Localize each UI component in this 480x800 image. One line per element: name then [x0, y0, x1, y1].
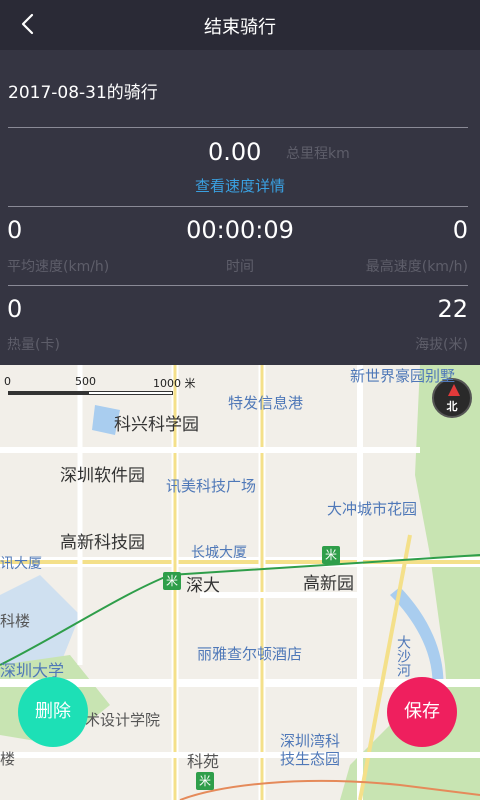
- map-place: 科苑: [187, 752, 220, 771]
- metro-icon: 米: [163, 572, 181, 590]
- calories-value: 0: [7, 295, 23, 323]
- speed-details-link[interactable]: 查看速度详情: [0, 175, 480, 196]
- map-place: 高新科技园: [60, 533, 145, 553]
- map-place: 科楼: [0, 612, 31, 630]
- delete-button[interactable]: 删除: [18, 677, 88, 747]
- scale-mid: 500: [75, 375, 96, 388]
- map-place: 深圳湾科技生态园: [280, 732, 341, 768]
- map-place: 大冲城市花园: [327, 500, 418, 518]
- ride-date-label: 2017-08-31的骑行: [8, 83, 158, 103]
- metro-icon: 米: [196, 772, 214, 790]
- save-button[interactable]: 保存: [387, 677, 457, 747]
- divider: [8, 206, 468, 207]
- map-place: 深圳软件园: [60, 466, 145, 486]
- map-place: 大沙河: [395, 635, 411, 677]
- ride-time-value: 00:00:09: [186, 216, 294, 244]
- map-place: 新世界豪园别墅: [350, 367, 456, 385]
- map-place: 丽雅查尔顿酒店: [197, 645, 303, 663]
- scale-zero: 0: [4, 375, 11, 388]
- map-place: 术设计学院: [85, 711, 161, 729]
- total-distance-label: 总里程km: [286, 146, 350, 162]
- calories-label: 热量(卡): [7, 337, 60, 353]
- map-place: 高新园: [303, 574, 354, 594]
- map-place: 科兴科学园: [114, 415, 199, 435]
- ride-summary-panel: 2017-08-31的骑行 0.00 总里程km 查看速度详情 0 00:00:…: [0, 50, 480, 365]
- map-place: 特发信息港: [228, 394, 304, 412]
- divider: [8, 127, 468, 128]
- map-place: 长城大厦: [191, 545, 247, 561]
- metro-icon: 米: [322, 546, 340, 564]
- map-scale: 0 500 1000 米: [4, 375, 196, 390]
- altitude-label: 海拔(米): [415, 337, 468, 353]
- compass-north-label: 北: [446, 400, 458, 413]
- map-place: 深大: [186, 576, 220, 596]
- map-place: 讯大厦: [0, 556, 42, 572]
- scale-bar: [8, 391, 173, 395]
- page-title: 结束骑行: [204, 17, 276, 38]
- map-place: 楼: [0, 750, 16, 768]
- total-distance-value: 0.00: [208, 138, 262, 166]
- scale-max: 1000 米: [153, 377, 196, 390]
- max-speed-value: 0: [452, 216, 468, 244]
- route-map[interactable]: 0 500 1000 米 北 新世界豪园别墅 特发信息港 科兴科学园 深圳软件园…: [0, 365, 480, 800]
- max-speed-label: 最高速度(km/h): [365, 259, 468, 275]
- divider: [8, 285, 468, 286]
- altitude-value: 22: [437, 295, 468, 323]
- map-place: 讯美科技广场: [166, 477, 257, 495]
- top-bar: 结束骑行: [0, 0, 480, 50]
